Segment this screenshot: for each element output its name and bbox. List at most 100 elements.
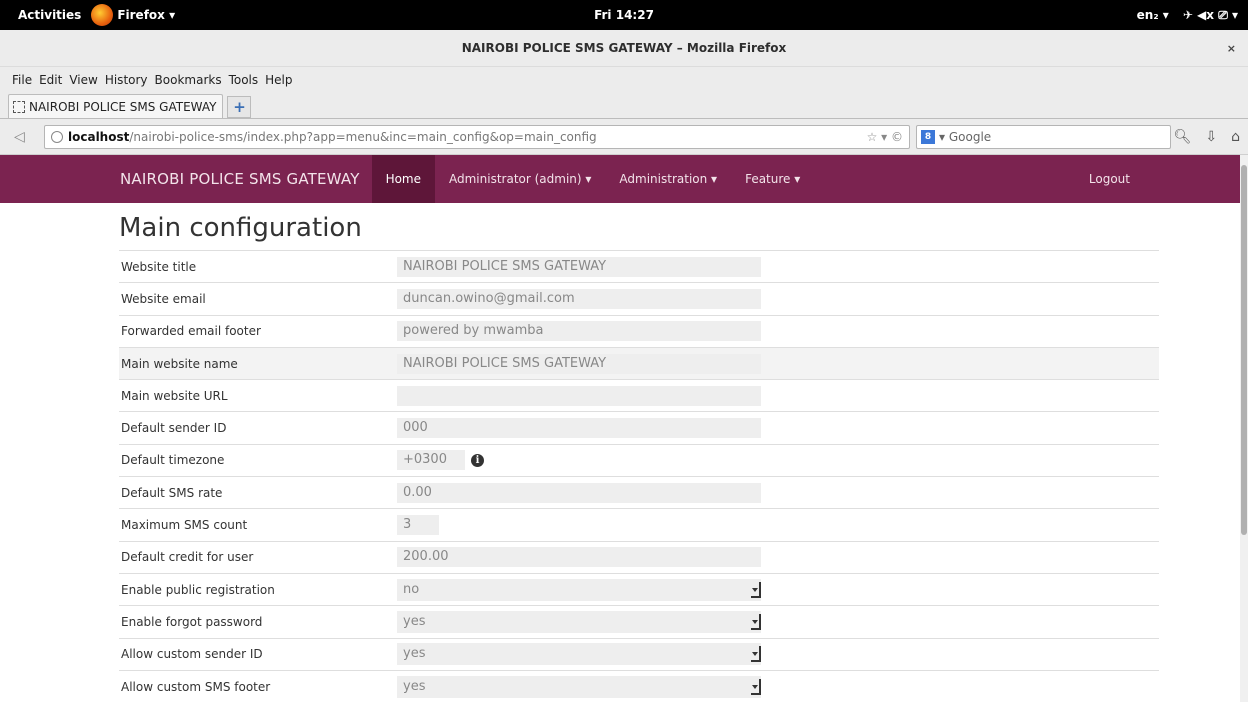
website-email-input[interactable]: duncan.owino@gmail.com: [397, 288, 761, 309]
window-title: NAIROBI POLICE SMS GATEWAY – Mozilla Fir…: [461, 41, 787, 55]
config-row-max-sms-count: Maximum SMS count 3: [119, 508, 1159, 541]
page-scrollbar[interactable]: [1240, 155, 1248, 702]
download-arrow-icon[interactable]: ⇩: [1205, 129, 1217, 145]
select-value: yes: [403, 613, 426, 629]
dropdown-arrow-icon[interactable]: [751, 678, 761, 695]
keyboard-layout-indicator[interactable]: en₂ ▾: [1137, 8, 1169, 22]
site-identity-icon[interactable]: [51, 130, 63, 143]
search-go-icon[interactable]: 🔍︎: [1174, 129, 1192, 145]
system-status-icons[interactable]: ✈ ◀ⅹ ⎚ ▾: [1183, 8, 1238, 23]
select-value: yes: [403, 678, 426, 694]
menu-help[interactable]: Help: [265, 73, 292, 87]
site-brand[interactable]: NAIROBI POLICE SMS GATEWAY: [120, 170, 360, 188]
config-row-sender-id: Default sender ID 000: [119, 411, 1159, 444]
address-bar[interactable]: localhost /nairobi-police-sms/index.php?…: [44, 124, 910, 149]
window-title-bar: NAIROBI POLICE SMS GATEWAY – Mozilla Fir…: [0, 30, 1248, 67]
row-label: Allow custom SMS footer: [121, 679, 271, 694]
row-label: Default SMS rate: [121, 485, 223, 500]
config-row-custom-sms-footer: Allow custom SMS footer yes: [119, 670, 1159, 702]
app-menu-label: Firefox ▾: [117, 8, 176, 22]
row-label: Enable public registration: [121, 582, 275, 597]
menu-bookmarks[interactable]: Bookmarks: [155, 73, 222, 87]
email-footer-input[interactable]: powered by mwamba: [397, 321, 761, 342]
home-icon[interactable]: ⌂: [1231, 129, 1240, 145]
sms-rate-input[interactable]: 0.00: [397, 482, 761, 503]
page-icon: [13, 100, 25, 113]
website-title-input[interactable]: NAIROBI POLICE SMS GATEWAY: [397, 256, 761, 277]
config-row-sms-rate: Default SMS rate 0.00: [119, 476, 1159, 509]
tab-title: NAIROBI POLICE SMS GATEWAY: [29, 99, 217, 114]
menu-view[interactable]: View: [69, 73, 97, 87]
back-arrow-icon[interactable]: ◁: [14, 129, 38, 145]
tab-bar: NAIROBI POLICE SMS GATEWAY +: [0, 93, 1248, 119]
dropdown-arrow-icon[interactable]: [751, 581, 761, 598]
select-value: yes: [403, 646, 426, 662]
menu-bar: File Edit View History Bookmarks Tools H…: [0, 67, 1248, 93]
config-row-email-footer: Forwarded email footer powered by mwamba: [119, 315, 1159, 347]
custom-sender-id-select[interactable]: yes: [397, 643, 761, 666]
config-row-timezone: Default timezone +0300 i: [119, 444, 1159, 476]
row-label: Website email: [121, 291, 206, 306]
main-content: Main configuration Website title NAIROBI…: [119, 210, 1159, 702]
nav-administrator[interactable]: Administrator (admin) ▾: [435, 155, 605, 203]
row-label: Main website URL: [121, 388, 228, 403]
config-row-main-website-name: Main website name NAIROBI POLICE SMS GAT…: [119, 347, 1159, 380]
public-registration-select[interactable]: no: [397, 578, 761, 601]
navigation-toolbar: ◁ localhost /nairobi-police-sms/index.ph…: [0, 119, 1248, 155]
row-label: Maximum SMS count: [121, 518, 248, 533]
forgot-password-select[interactable]: yes: [397, 610, 761, 633]
config-row-default-credit: Default credit for user 200.00: [119, 541, 1159, 573]
config-row-website-title: Website title NAIROBI POLICE SMS GATEWAY: [119, 250, 1159, 283]
search-bar[interactable]: 8 ▾ Google: [916, 124, 1171, 149]
url-path: /nairobi-police-sms/index.php?app=menu&i…: [129, 129, 597, 144]
scrollbar-thumb[interactable]: [1241, 165, 1247, 535]
menu-tools[interactable]: Tools: [229, 73, 259, 87]
logout-link[interactable]: Logout: [1089, 172, 1130, 186]
main-website-url-input[interactable]: [397, 385, 761, 406]
site-navbar: NAIROBI POLICE SMS GATEWAY Home Administ…: [0, 155, 1240, 203]
timezone-input[interactable]: +0300: [397, 450, 465, 471]
dropdown-arrow-icon[interactable]: [751, 613, 761, 630]
config-table: Website title NAIROBI POLICE SMS GATEWAY…: [119, 250, 1159, 702]
row-label: Default credit for user: [121, 550, 254, 565]
google-engine-icon[interactable]: 8: [921, 129, 935, 144]
activities-button[interactable]: Activities: [0, 8, 91, 22]
sender-id-input[interactable]: 000: [397, 418, 761, 439]
app-menu[interactable]: Firefox ▾: [91, 4, 175, 26]
new-tab-button[interactable]: +: [227, 96, 252, 118]
window-close-button[interactable]: ×: [1227, 30, 1236, 67]
bookmark-star-icon[interactable]: ☆ ▾ ©: [867, 130, 909, 144]
menu-history[interactable]: History: [105, 73, 148, 87]
url-host: localhost: [68, 129, 130, 144]
config-row-custom-sender-id: Allow custom sender ID yes: [119, 638, 1159, 670]
system-top-bar: Activities Firefox ▾ Fri 14:27 en₂ ▾ ✈ ◀…: [0, 0, 1248, 30]
config-row-public-registration: Enable public registration no: [119, 573, 1159, 605]
config-row-forgot-password: Enable forgot password yes: [119, 605, 1159, 638]
row-label: Forwarded email footer: [121, 324, 261, 339]
search-placeholder: ▾ Google: [939, 129, 992, 144]
nav-home[interactable]: Home: [371, 155, 435, 203]
info-icon[interactable]: i: [471, 453, 484, 467]
config-row-website-email: Website email duncan.owino@gmail.com: [119, 282, 1159, 315]
row-label: Enable forgot password: [121, 614, 263, 629]
nav-feature[interactable]: Feature ▾: [731, 155, 814, 203]
row-label: Default timezone: [121, 453, 225, 468]
browser-tab[interactable]: NAIROBI POLICE SMS GATEWAY: [8, 94, 224, 118]
default-credit-input[interactable]: 200.00: [397, 547, 761, 568]
row-label: Allow custom sender ID: [121, 647, 263, 662]
page-title: Main configuration: [119, 213, 362, 243]
row-label: Main website name: [121, 356, 238, 371]
max-sms-count-input[interactable]: 3: [397, 515, 439, 536]
config-row-main-website-url: Main website URL: [119, 379, 1159, 412]
row-label: Website title: [121, 259, 197, 274]
custom-sms-footer-select[interactable]: yes: [397, 675, 761, 698]
menu-file[interactable]: File: [12, 73, 32, 87]
menu-edit[interactable]: Edit: [39, 73, 62, 87]
dropdown-arrow-icon[interactable]: [751, 646, 761, 663]
main-website-name-input[interactable]: NAIROBI POLICE SMS GATEWAY: [397, 353, 761, 374]
firefox-logo-icon: [91, 4, 114, 26]
system-clock[interactable]: Fri 14:27: [0, 8, 1248, 22]
row-label: Default sender ID: [121, 421, 227, 436]
nav-administration[interactable]: Administration ▾: [605, 155, 731, 203]
select-value: no: [403, 581, 420, 597]
